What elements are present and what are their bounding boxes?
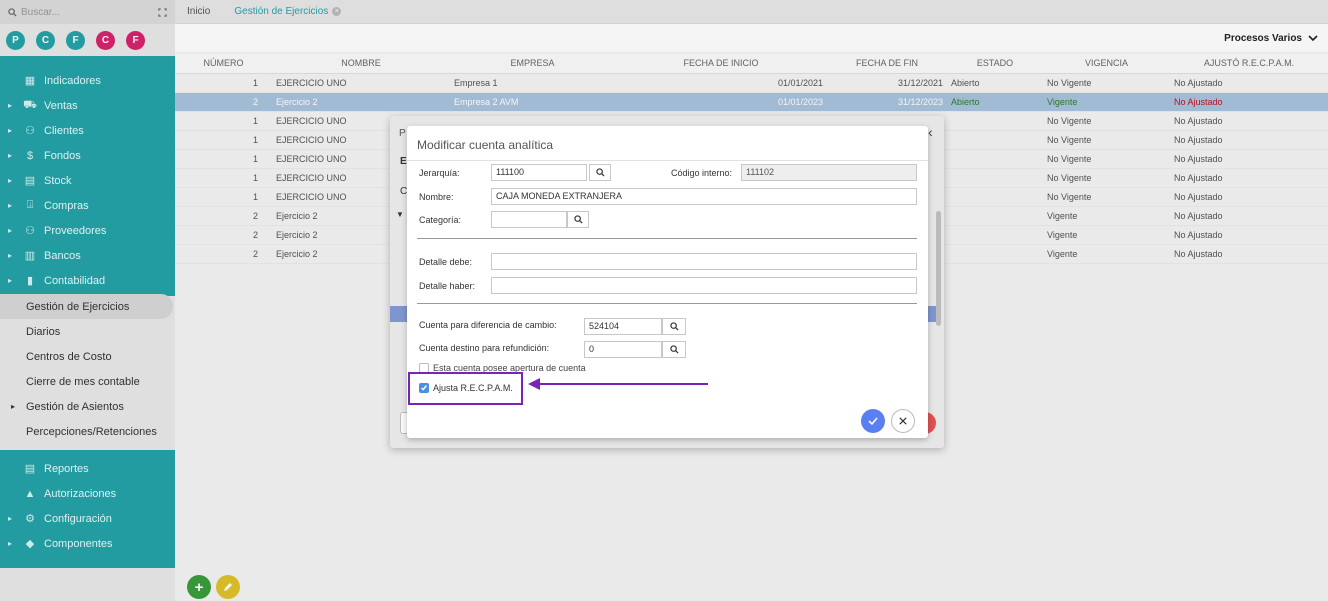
search-icon bbox=[669, 345, 679, 354]
refundicion-input[interactable]: 0 bbox=[584, 341, 662, 358]
divider bbox=[407, 160, 928, 161]
detalle-haber-input[interactable] bbox=[491, 277, 917, 294]
parent-dialog-title-fragment: P bbox=[399, 128, 406, 139]
dif-cambio-label: Cuenta para diferencia de cambio: bbox=[419, 320, 557, 330]
cancel-button[interactable] bbox=[891, 409, 915, 433]
jerarquia-input[interactable]: 111100 bbox=[491, 164, 587, 181]
refundicion-search-button[interactable] bbox=[662, 341, 686, 358]
modal-title: Modificar cuenta analítica bbox=[417, 138, 554, 152]
app: Buscar... PCFCF ▦ Indicadores ▸ ⛟ Ventas ▸ ⚇ Cl… bbox=[0, 0, 1328, 601]
confirm-button[interactable] bbox=[861, 409, 885, 433]
parent-dialog-label-fragment: E bbox=[400, 156, 407, 167]
categoria-label: Categoría: bbox=[419, 215, 462, 225]
detalle-haber-label: Detalle haber: bbox=[419, 281, 476, 291]
close-icon bbox=[899, 417, 907, 425]
parent-dialog-bar bbox=[928, 306, 936, 322]
dif-cambio-input[interactable]: 524104 bbox=[584, 318, 662, 335]
parent-dialog-bar bbox=[390, 306, 408, 322]
scrollbar[interactable] bbox=[936, 211, 941, 326]
detalle-debe-label: Detalle debe: bbox=[419, 257, 473, 267]
annotation-highlight-box bbox=[408, 372, 523, 405]
search-icon bbox=[595, 168, 605, 177]
refundicion-label: Cuenta destino para refundición: bbox=[419, 343, 550, 353]
jerarquia-label: Jerarquía: bbox=[419, 168, 460, 178]
categoria-input[interactable] bbox=[491, 211, 567, 228]
divider bbox=[417, 238, 917, 239]
nombre-label: Nombre: bbox=[419, 192, 454, 202]
jerarquia-search-button[interactable] bbox=[589, 164, 611, 181]
nombre-input[interactable]: CAJA MONEDA EXTRANJERA bbox=[491, 188, 917, 205]
categoria-search-button[interactable] bbox=[567, 211, 589, 228]
codigo-interno-label: Código interno: bbox=[671, 168, 733, 178]
divider bbox=[417, 303, 917, 304]
search-icon bbox=[669, 322, 679, 331]
detalle-debe-input[interactable] bbox=[491, 253, 917, 270]
annotation-arrow-icon bbox=[528, 378, 708, 390]
codigo-interno-field: 111102 bbox=[741, 164, 917, 181]
caret-down-icon[interactable]: ▼ bbox=[396, 210, 404, 219]
check-icon bbox=[868, 417, 878, 426]
dif-cambio-search-button[interactable] bbox=[662, 318, 686, 335]
close-icon[interactable]: ‹ bbox=[928, 124, 933, 140]
search-icon bbox=[573, 215, 583, 224]
